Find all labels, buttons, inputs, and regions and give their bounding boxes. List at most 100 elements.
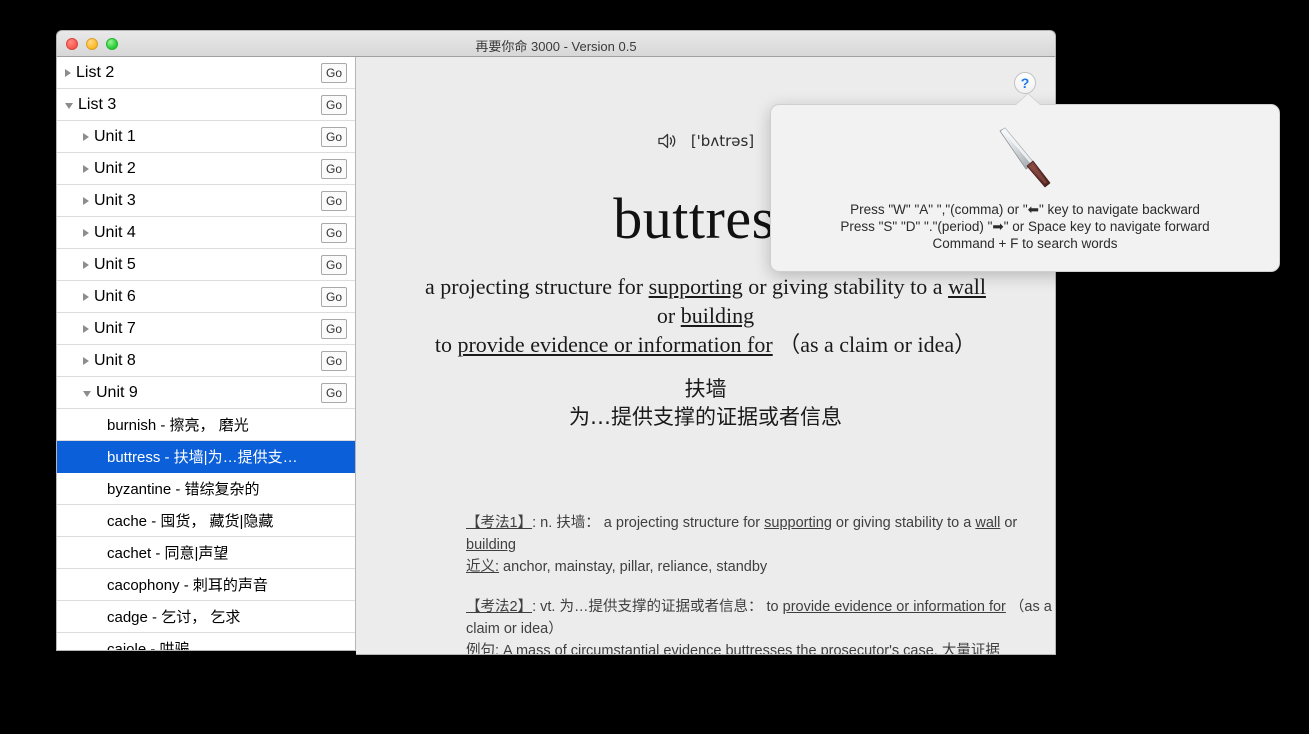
word-list: burnish - 擦亮， 磨光 buttress - 扶墙|为…提供支… byza… [57,409,355,650]
definition-line: a projecting structure for supporting or… [356,272,1055,301]
tree-item-label: Unit 4 [94,223,136,241]
chevron-down-icon[interactable] [83,390,91,397]
go-button[interactable]: Go [320,286,347,307]
word-list-item[interactable]: cacophony - 刺耳的声音 [57,569,355,601]
definition-text: a projecting structure for [425,274,649,299]
chinese-definition-line: 为…提供支撑的证据或者信息 [569,405,842,429]
usage-note-block: 【考法2】: vt. 为…提供支撑的证据或者信息： to provide evi… [466,596,1055,655]
definition-highlight: provide evidence or information for [457,332,773,357]
go-button[interactable]: Go [320,94,347,115]
usage-note-sub: 例句: A mass of circumstantial evidence bu… [466,640,1055,655]
definition-text: : n. 扶墙： a projecting structure for [532,515,765,531]
definition-highlight: supporting [764,515,832,531]
go-button[interactable]: Go [320,126,347,147]
phonetic-text: ['bʌtrəs] [690,132,755,150]
word-list-item[interactable]: cajole - 哄骗 [57,633,355,650]
usage-note-block: 【考法1】: n. 扶墙： a projecting structure for… [466,512,1055,578]
speaker-icon[interactable] [657,132,677,150]
tree-item-list-2[interactable]: List 2 Go [57,57,355,89]
popover-arrow [1016,94,1040,105]
screen: 再要你命 3000 - Version 0.5 List 2 Go List 3 Go… [0,0,1309,734]
definition-highlight: wall [948,274,986,299]
chevron-right-icon[interactable] [83,292,89,301]
tree-item-label: Unit 7 [94,319,136,337]
usage-note-sub-tag: 近义: [466,559,500,575]
help-popover: Press "W" "A" ","(comma) or "⬅" key to n… [770,94,1280,272]
definition-highlight: building [680,303,755,328]
usage-note-tag: 【考法2】 [466,599,533,615]
definition-text: or giving stability to a [742,274,949,299]
word-list-item[interactable]: cadge - 乞讨， 乞求 [57,601,355,633]
tree-item-label: Unit 9 [96,383,138,401]
chinese-definition-line: 扶墙 [684,377,727,401]
chevron-right-icon[interactable] [83,196,89,205]
go-button[interactable]: Go [320,318,347,339]
tree-item-unit-9[interactable]: Unit 9 Go [57,377,355,409]
word-list-item[interactable]: cache - 囤货， 藏货|隐藏 [57,505,355,537]
sidebar[interactable]: List 2 Go List 3 Go Unit 1 Go Unit 2 Go Unit 3 Go… [56,57,356,651]
tree-item-label: Unit 8 [94,351,136,369]
tree-item-unit-5[interactable]: Unit 5 Go [57,249,355,281]
go-button[interactable]: Go [320,382,347,403]
chevron-right-icon[interactable] [83,132,89,141]
go-button[interactable]: Go [320,350,347,371]
usage-note-tag: 【考法1】 [466,515,533,531]
chevron-right-icon[interactable] [83,164,89,173]
usage-note-sub-text: anchor, mainstay, pillar, reliance, stan… [499,559,768,575]
usage-note-sub-text: A mass of circumstantial evidence buttre… [499,643,1000,655]
definition-line: to provide evidence or information for （… [356,330,1055,359]
tree-item-unit-8[interactable]: Unit 8 Go [57,345,355,377]
go-button[interactable]: Go [320,190,347,211]
tree-item-label: Unit 6 [94,287,136,305]
word-list-item-selected[interactable]: buttress - 扶墙|为…提供支… [57,441,355,473]
usage-note-sub: 近义: anchor, mainstay, pillar, reliance, … [466,556,1055,578]
tree-item-label: Unit 3 [94,191,136,209]
chevron-right-icon[interactable] [83,356,89,365]
tree-item-label: Unit 5 [94,255,136,273]
navigation-tree: List 2 Go List 3 Go Unit 1 Go Unit 2 Go Unit 3 Go… [57,57,355,409]
definition-text: or giving stability to a [831,515,976,531]
chevron-right-icon[interactable] [83,260,89,269]
help-button[interactable]: ? [1014,72,1036,94]
usage-notes: 【考法1】: n. 扶墙： a projecting structure for… [466,512,1055,655]
chevron-down-icon[interactable] [65,102,73,109]
go-button[interactable]: Go [320,158,347,179]
help-text-line: Press "S" "D" "."(period) "➡" or Space k… [840,219,1210,234]
tree-item-unit-1[interactable]: Unit 1 Go [57,121,355,153]
knife-icon [771,123,1279,193]
tree-item-label: Unit 2 [94,159,136,177]
usage-note-main: 【考法2】: vt. 为…提供支撑的证据或者信息： to provide evi… [466,596,1055,640]
go-button[interactable]: Go [320,254,347,275]
tree-item-unit-4[interactable]: Unit 4 Go [57,217,355,249]
word-list-item[interactable]: burnish - 擦亮， 磨光 [57,409,355,441]
usage-note-sub-tag: 例句: [466,643,500,655]
definition-highlight: building [466,537,516,553]
definition-highlight: provide evidence or information for [782,599,1006,615]
definition-text: （as a claim or idea） [772,332,977,357]
window-title: 再要你命 3000 - Version 0.5 [475,39,637,54]
usage-note-main: 【考法1】: n. 扶墙： a projecting structure for… [466,512,1055,556]
tree-item-unit-3[interactable]: Unit 3 Go [57,185,355,217]
tree-item-unit-6[interactable]: Unit 6 Go [57,281,355,313]
chinese-definition-list: 扶墙为…提供支撑的证据或者信息 [356,375,1055,431]
help-text-line: Press "W" "A" ","(comma) or "⬅" key to n… [850,202,1200,217]
tree-item-label: List 3 [78,95,117,113]
help-text-line: Command + F to search words [932,236,1118,251]
word-list-item[interactable]: byzantine - 错综复杂的 [57,473,355,505]
go-button[interactable]: Go [320,222,347,243]
help-text: Press "W" "A" ","(comma) or "⬅" key to n… [771,201,1279,252]
go-button[interactable]: Go [320,62,347,83]
definition-text: : vt. 为…提供支撑的证据或者信息： to [532,599,783,615]
definition-list: a projecting structure for supporting or… [356,272,1055,359]
definition-highlight: supporting [648,274,743,299]
chevron-right-icon[interactable] [83,324,89,333]
chevron-right-icon[interactable] [65,68,71,77]
definition-text: or [656,303,681,328]
tree-item-list-3[interactable]: List 3 Go [57,89,355,121]
tree-item-unit-7[interactable]: Unit 7 Go [57,313,355,345]
tree-item-unit-2[interactable]: Unit 2 Go [57,153,355,185]
chevron-right-icon[interactable] [83,228,89,237]
definition-highlight: wall [975,515,1001,531]
definition-line: or building [356,301,1055,330]
word-list-item[interactable]: cachet - 同意|声望 [57,537,355,569]
